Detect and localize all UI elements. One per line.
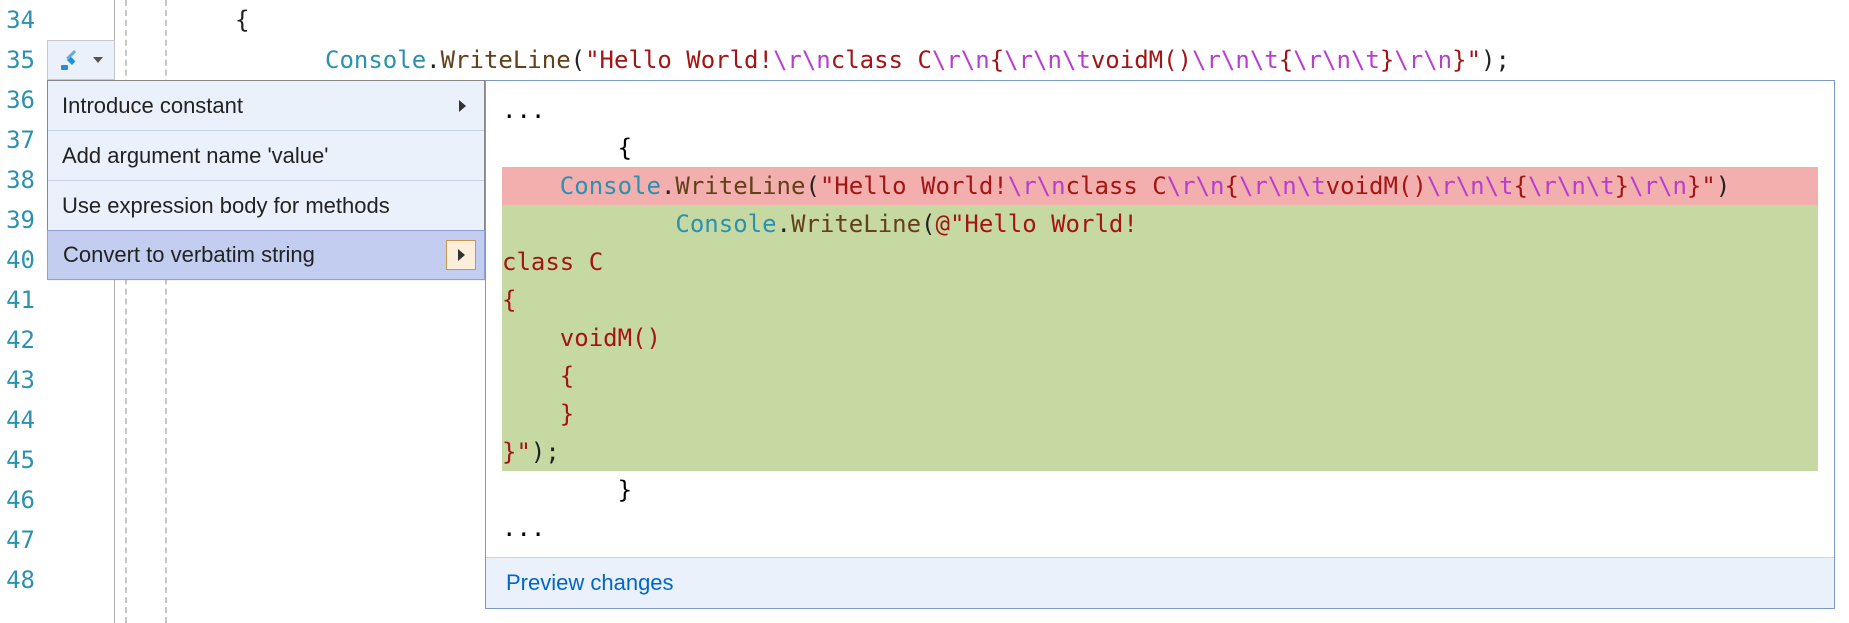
line-number: 42 — [0, 320, 45, 360]
line-number: 48 — [0, 560, 45, 600]
diff-added-line: } — [502, 395, 1818, 433]
diff-added-line: }"); — [502, 433, 1818, 471]
line-number: 41 — [0, 280, 45, 320]
line-number: 39 — [0, 200, 45, 240]
submenu-arrow-box — [446, 240, 476, 270]
preview-changes-link[interactable]: Preview changes — [486, 557, 1834, 608]
diff-ellipsis: ... — [502, 91, 1818, 129]
menu-item[interactable]: Add argument name 'value' — [48, 131, 484, 181]
diff-added-line: class C — [502, 243, 1818, 281]
line-number: 36 — [0, 80, 45, 120]
line-number: 34 — [0, 0, 45, 40]
menu-item-label: Convert to verbatim string — [63, 230, 315, 280]
line-number: 46 — [0, 480, 45, 520]
diff-removed-line: Console.WriteLine("Hello World!\r\nclass… — [502, 167, 1818, 205]
menu-item[interactable]: Use expression body for methods — [48, 181, 484, 231]
menu-item-label: Use expression body for methods — [62, 181, 390, 231]
line-number: 40 — [0, 240, 45, 280]
chevron-down-icon — [93, 57, 103, 63]
diff-added-line: { — [502, 281, 1818, 319]
menu-item[interactable]: Introduce constant — [48, 81, 484, 131]
code-line-35[interactable]: Console.WriteLine("Hello World!\r\nclass… — [235, 40, 1510, 80]
quick-actions-menu: Introduce constantAdd argument name 'val… — [47, 80, 485, 280]
diff-ellipsis: ... — [502, 509, 1818, 547]
line-number: 38 — [0, 160, 45, 200]
diff-added-line: { — [502, 357, 1818, 395]
line-number: 37 — [0, 120, 45, 160]
chevron-right-icon — [459, 100, 466, 112]
chevron-right-icon — [458, 249, 465, 261]
line-number: 47 — [0, 520, 45, 560]
line-number: 44 — [0, 400, 45, 440]
menu-item-label: Add argument name 'value' — [62, 131, 328, 181]
line-number: 35 — [0, 40, 45, 80]
diff-added-line: Console.WriteLine(@"Hello World! — [502, 205, 1818, 243]
line-number: 43 — [0, 360, 45, 400]
preview-diff: ... { Console.WriteLine("Hello World!\r\… — [486, 81, 1834, 557]
line-number-gutter: 343536373839404142434445464748 — [0, 0, 45, 623]
menu-item[interactable]: Convert to verbatim string — [47, 230, 485, 280]
screwdriver-icon — [59, 47, 85, 73]
menu-item-label: Introduce constant — [62, 81, 243, 131]
diff-context-line: } — [502, 471, 1818, 509]
preview-flyout: ... { Console.WriteLine("Hello World!\r\… — [485, 80, 1835, 609]
line-number: 45 — [0, 440, 45, 480]
code-editor: 343536373839404142434445464748 { Console… — [0, 0, 1849, 623]
code-line-34[interactable]: { — [235, 0, 249, 40]
quick-actions-button[interactable] — [47, 40, 115, 80]
diff-added-line: voidM() — [502, 319, 1818, 357]
diff-context-line: { — [502, 129, 1818, 167]
